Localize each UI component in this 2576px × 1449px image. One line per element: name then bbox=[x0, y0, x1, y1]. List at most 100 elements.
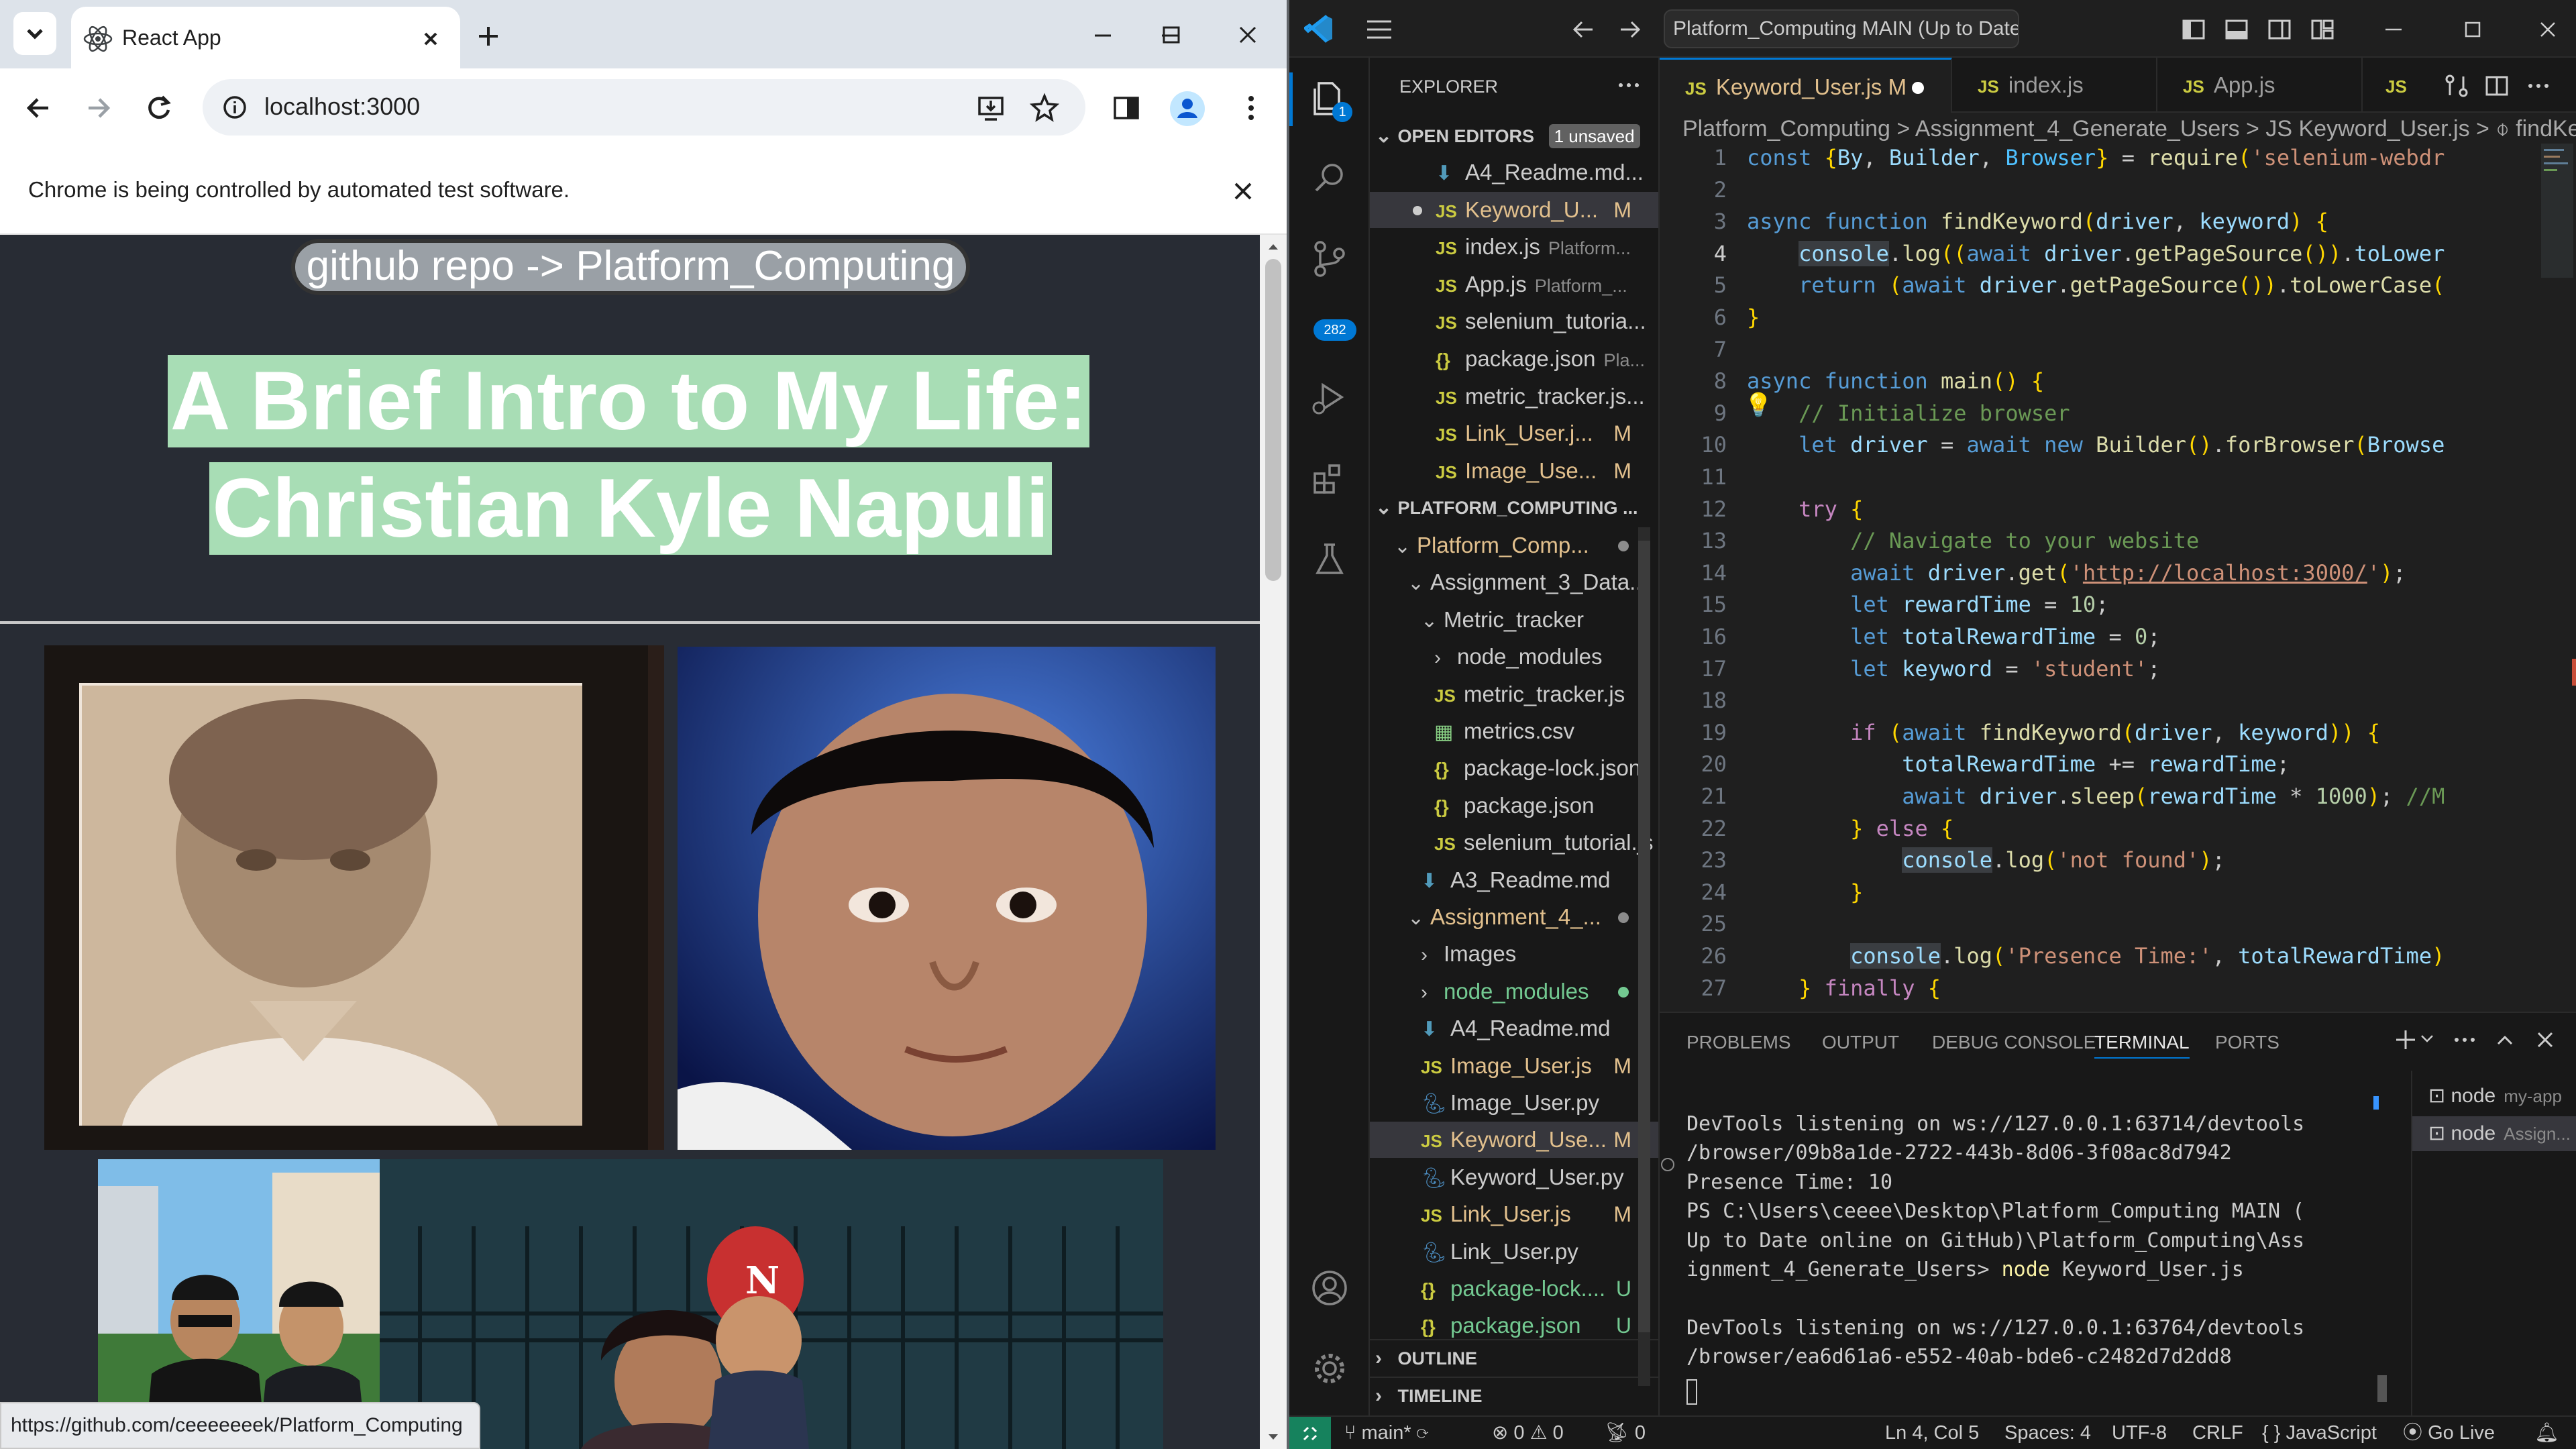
unsaved-dot-icon[interactable] bbox=[1413, 205, 1422, 215]
reload-icon[interactable] bbox=[142, 91, 176, 125]
editor-more-icon[interactable] bbox=[2525, 72, 2552, 99]
tree-folder[interactable]: ⌄ Platform_Comp... bbox=[1370, 527, 1658, 564]
terminal-output[interactable]: DevTools listening on ws://127.0.0.1:637… bbox=[1686, 1110, 2371, 1417]
tree-folder[interactable]: › Images bbox=[1370, 936, 1658, 972]
toggle-panel-icon[interactable] bbox=[2223, 16, 2250, 43]
menu-icon[interactable] bbox=[1364, 16, 1394, 43]
line-ending[interactable]: CRLF bbox=[2192, 1417, 2243, 1449]
scroll-up-icon[interactable] bbox=[1267, 240, 1280, 254]
extensions-icon[interactable] bbox=[1309, 459, 1350, 499]
search-icon[interactable] bbox=[1309, 158, 1350, 199]
back-arrow-icon[interactable] bbox=[21, 91, 55, 125]
open-editor-item[interactable]: JS index.js Platform... bbox=[1370, 229, 1658, 265]
address-bar[interactable]: localhost:3000 bbox=[203, 79, 1085, 136]
toggle-sidebar-icon[interactable] bbox=[2180, 16, 2207, 43]
notifications-bell-icon[interactable]: 🔔︎ bbox=[2534, 1417, 2559, 1449]
open-editor-item[interactable]: {} package.json Pla... bbox=[1370, 341, 1658, 377]
code-editor[interactable]: 1 const {By, Builder, Browser} = require(… bbox=[1660, 142, 2538, 1012]
tab-index-js[interactable]: JS index.js bbox=[1952, 58, 2157, 113]
close-panel-icon[interactable] bbox=[2532, 1026, 2559, 1053]
side-panel-icon[interactable] bbox=[1110, 91, 1143, 125]
testing-icon[interactable] bbox=[1309, 539, 1350, 580]
unsaved-dot-icon[interactable] bbox=[1912, 82, 1924, 94]
tree-file[interactable]: JS Link_User.js M bbox=[1370, 1196, 1658, 1232]
open-editor-item[interactable]: JS Image_Use... M bbox=[1370, 453, 1658, 489]
tree-file[interactable]: JS selenium_tutorial.js bbox=[1370, 824, 1658, 861]
tree-file[interactable]: {} package-lock.... U bbox=[1370, 1271, 1658, 1307]
page-scrollbar[interactable] bbox=[1260, 235, 1287, 1449]
maximize-panel-icon[interactable] bbox=[2491, 1026, 2518, 1053]
profile-avatar[interactable] bbox=[1170, 91, 1205, 126]
command-center[interactable]: Platform_Computing MAIN (Up to Date onli… bbox=[1664, 9, 2019, 48]
chevron-down-icon[interactable] bbox=[2419, 1030, 2435, 1046]
open-editor-item[interactable]: ⬇ A4_Readme.md... bbox=[1370, 154, 1658, 191]
tab-react-app[interactable]: React App bbox=[71, 7, 460, 68]
encoding[interactable]: UTF-8 bbox=[2112, 1417, 2167, 1449]
account-icon[interactable] bbox=[1309, 1268, 1350, 1308]
close-icon[interactable] bbox=[1226, 174, 1260, 208]
bookmark-star-icon[interactable] bbox=[1028, 91, 1061, 125]
panel-more-icon[interactable] bbox=[2451, 1026, 2478, 1053]
customize-layout-icon[interactable] bbox=[2309, 16, 2336, 43]
problems-indicator[interactable]: ⊗ 0 ⚠ 0 bbox=[1492, 1417, 1564, 1449]
nav-forward-icon[interactable] bbox=[1617, 16, 1644, 43]
branch-indicator[interactable]: ⑂ main* ⟳ bbox=[1344, 1417, 1428, 1449]
lightbulb-icon[interactable]: 💡 bbox=[1744, 392, 1772, 419]
site-info-icon[interactable] bbox=[220, 93, 250, 122]
maximize-icon[interactable] bbox=[1155, 19, 1187, 51]
tab-search-button[interactable] bbox=[13, 12, 56, 55]
panel-tab-problems[interactable]: PROBLEMS bbox=[1686, 1032, 1791, 1053]
tree-folder[interactable]: ⌄ Assignment_4_... bbox=[1370, 899, 1658, 935]
open-editor-item[interactable]: JS App.js Platform_... bbox=[1370, 266, 1658, 303]
open-editor-item[interactable]: JS selenium_tutoria... bbox=[1370, 303, 1658, 339]
panel-tab-terminal[interactable]: TERMINAL bbox=[2094, 1032, 2190, 1059]
run-debug-icon[interactable] bbox=[1309, 378, 1350, 419]
open-editor-item[interactable]: JS Link_User.j... M bbox=[1370, 415, 1658, 451]
terminal-instance[interactable]: ⊡ node Assign... bbox=[2412, 1116, 2576, 1151]
url-text[interactable]: localhost:3000 bbox=[264, 93, 420, 121]
scroll-down-icon[interactable] bbox=[1267, 1430, 1280, 1444]
minimap[interactable] bbox=[2538, 142, 2576, 1012]
tree-file[interactable]: JS metric_tracker.js bbox=[1370, 676, 1658, 712]
tree-folder[interactable]: ⌄ Metric_tracker bbox=[1370, 602, 1658, 638]
cursor-position[interactable]: Ln 4, Col 5 bbox=[1885, 1417, 1979, 1449]
open-editors-header[interactable]: ⌄ OPEN EDITORS 1 unsaved bbox=[1370, 118, 1658, 154]
terminal-scrollbar[interactable] bbox=[2377, 1375, 2387, 1402]
panel-tab-ports[interactable]: PORTS bbox=[2215, 1032, 2279, 1053]
tree-file[interactable]: ▦ metrics.csv bbox=[1370, 713, 1658, 749]
tree-file[interactable]: 🐍︎ Link_User.py bbox=[1370, 1234, 1658, 1270]
tree-file[interactable]: JS Image_User.js M bbox=[1370, 1048, 1658, 1084]
ports-indicator[interactable]: 📡︎ 0 bbox=[1605, 1417, 1646, 1449]
toggle-secondary-sidebar-icon[interactable] bbox=[2266, 16, 2293, 43]
forward-arrow-icon[interactable] bbox=[82, 91, 115, 125]
panel-tab-debug-console[interactable]: DEBUG CONSOLE bbox=[1932, 1032, 2096, 1053]
tree-folder[interactable]: › node_modules bbox=[1370, 973, 1658, 1010]
more-menu-icon[interactable] bbox=[1234, 91, 1268, 125]
sidebar-scrollbar[interactable] bbox=[1638, 527, 1650, 1386]
install-app-icon[interactable] bbox=[974, 91, 1008, 125]
remote-indicator[interactable] bbox=[1289, 1417, 1331, 1449]
terminal-instance[interactable]: ⊡ node my-app bbox=[2412, 1079, 2576, 1114]
nav-back-icon[interactable] bbox=[1570, 16, 1597, 43]
new-tab-icon[interactable] bbox=[472, 20, 504, 52]
timeline-header[interactable]: › TIMELINE bbox=[1370, 1377, 1658, 1413]
outline-header[interactable]: › OUTLINE bbox=[1370, 1339, 1658, 1375]
minimize-icon[interactable] bbox=[2380, 16, 2407, 43]
tab-app-js[interactable]: JS App.js bbox=[2157, 58, 2363, 113]
indentation[interactable]: Spaces: 4 bbox=[2004, 1417, 2091, 1449]
maximize-icon[interactable] bbox=[2459, 16, 2486, 43]
repo-link[interactable]: github repo -> Platform_Computing bbox=[291, 239, 970, 295]
more-actions-icon[interactable] bbox=[1615, 75, 1642, 95]
panel-tab-output[interactable]: OUTPUT bbox=[1822, 1032, 1899, 1053]
close-window-icon[interactable] bbox=[1232, 19, 1264, 51]
tree-file[interactable]: {} package-lock.json bbox=[1370, 750, 1658, 786]
language-mode[interactable]: { } JavaScript bbox=[2262, 1417, 2377, 1449]
compare-icon[interactable] bbox=[2443, 72, 2470, 99]
tree-folder[interactable]: ⌄ Assignment_3_Data... bbox=[1370, 564, 1658, 600]
tree-file[interactable]: ⬇ A4_Readme.md bbox=[1370, 1010, 1658, 1046]
project-header[interactable]: ⌄ PLATFORM_COMPUTING ... bbox=[1370, 490, 1658, 526]
tree-file[interactable]: JS Keyword_Use... M bbox=[1370, 1122, 1658, 1159]
tab-keyword-user-js[interactable]: JS Keyword_User.js M bbox=[1660, 58, 1952, 113]
new-terminal-icon[interactable] bbox=[2392, 1026, 2419, 1053]
tree-file[interactable]: 🐍︎ Image_User.py bbox=[1370, 1085, 1658, 1121]
